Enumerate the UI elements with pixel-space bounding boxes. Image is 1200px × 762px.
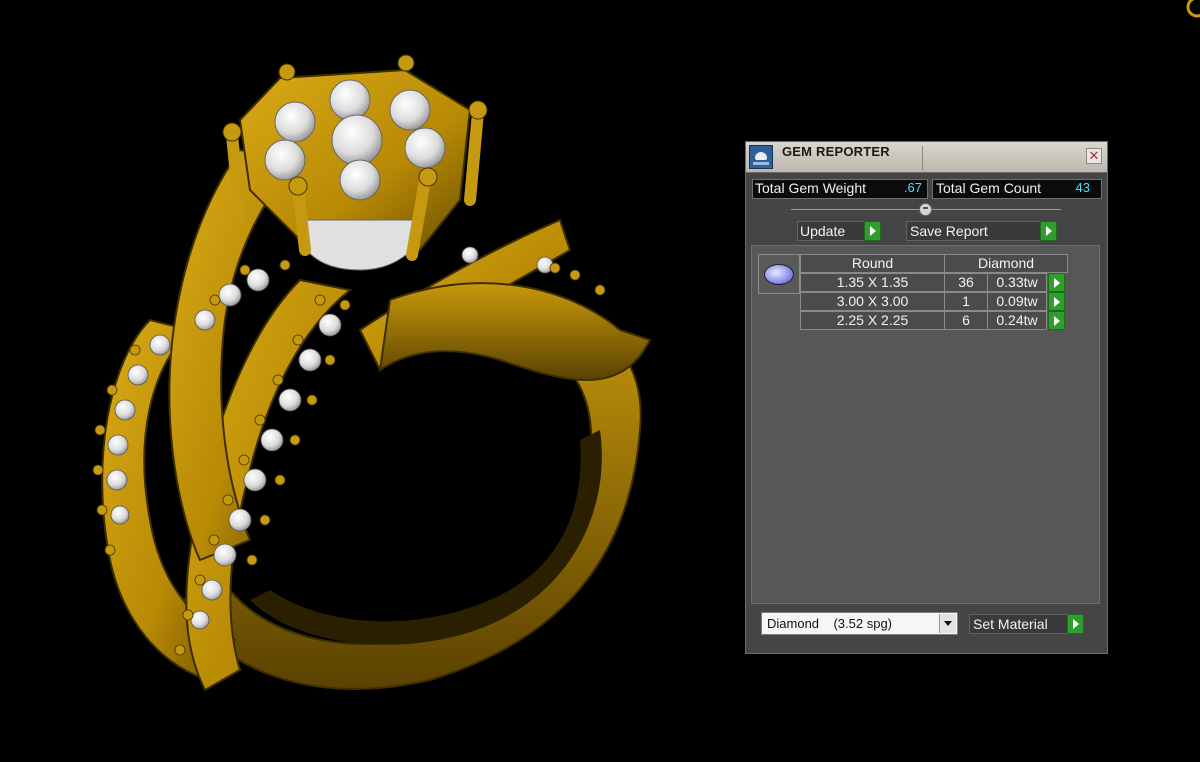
update-button[interactable]: Update — [797, 221, 881, 241]
gem-reporter-panel: GEM REPORTER ✕ Total Gem Weight .67 Tota… — [745, 141, 1108, 654]
total-gem-weight-label: Total Gem Weight — [755, 180, 867, 196]
chevron-down-icon[interactable] — [939, 614, 956, 633]
gem-reporter-app-icon — [749, 145, 773, 169]
set-material-button[interactable]: Set Material — [969, 614, 1084, 634]
save-report-button[interactable]: Save Report — [906, 221, 1057, 241]
gem-count-cell: 1 — [944, 292, 988, 311]
play-arrow-icon[interactable] — [1067, 614, 1084, 634]
play-arrow-icon[interactable] — [1048, 292, 1065, 311]
gem-size-cell: 3.00 X 3.00 — [800, 292, 945, 311]
gem-size-cell: 1.35 X 1.35 — [800, 273, 945, 292]
play-arrow-icon[interactable] — [1048, 311, 1065, 330]
material-select-value: Diamond (3.52 spg) — [767, 616, 893, 631]
set-material-button-label: Set Material — [973, 616, 1048, 632]
play-arrow-icon[interactable] — [1040, 221, 1057, 241]
material-select[interactable]: Diamond (3.52 spg) — [761, 612, 958, 635]
ring-model — [92, 54, 652, 692]
gem-size-cell: 2.25 X 2.25 — [800, 311, 945, 330]
play-arrow-icon[interactable] — [1048, 273, 1065, 292]
shape-header: Round — [800, 254, 945, 273]
total-gem-weight-value: .67 — [903, 180, 922, 195]
stone-header: Diamond — [944, 254, 1068, 273]
gem-count-cell: 6 — [944, 311, 988, 330]
update-button-label: Update — [800, 223, 846, 239]
save-report-button-label: Save Report — [910, 223, 988, 239]
titlebar-divider — [922, 146, 923, 170]
close-icon[interactable]: ✕ — [1086, 148, 1102, 164]
total-gem-count-label: Total Gem Count — [936, 180, 1042, 196]
panel-title: GEM REPORTER — [782, 144, 890, 159]
panel-titlebar[interactable]: GEM REPORTER ✕ — [746, 142, 1107, 173]
gem-weight-cell: 0.33tw — [987, 273, 1047, 292]
slider-thumb[interactable] — [919, 203, 932, 216]
play-arrow-icon[interactable] — [864, 221, 881, 241]
gem-count-cell: 36 — [944, 273, 988, 292]
total-gem-count-value: 43 — [1075, 180, 1090, 195]
round-diamond-icon[interactable] — [758, 254, 800, 294]
corner-logo-icon — [1186, 0, 1200, 18]
gem-weight-cell: 0.09tw — [987, 292, 1047, 311]
gem-weight-cell: 0.24tw — [987, 311, 1047, 330]
